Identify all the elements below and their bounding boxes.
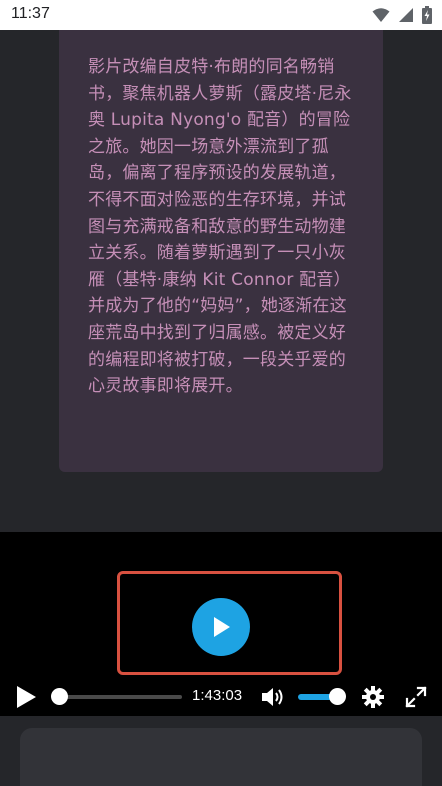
movie-description: 影片改编自皮特·布朗的同名畅销书，聚焦机器人萝斯（露皮塔·尼永奥 Lupita … [88,57,352,397]
volume-handle[interactable] [329,688,346,705]
fullscreen-icon[interactable] [405,686,427,708]
play-button[interactable] [14,684,38,710]
signal-icon [399,8,413,22]
big-play-button[interactable] [192,598,250,656]
player-controls: 1:43:03 [0,678,442,716]
bottom-card [20,728,422,786]
wifi-icon [372,8,390,22]
status-bar: 11:37 [0,0,442,30]
battery-charging-icon [422,6,432,24]
progress-handle[interactable] [51,688,68,705]
volume-icon[interactable] [260,685,286,709]
progress-bar[interactable] [56,695,182,699]
status-time: 11:37 [11,5,50,22]
current-time: 1:43:03 [192,687,243,704]
play-icon [214,617,230,637]
status-icons [372,6,432,24]
gear-icon[interactable] [362,686,384,708]
